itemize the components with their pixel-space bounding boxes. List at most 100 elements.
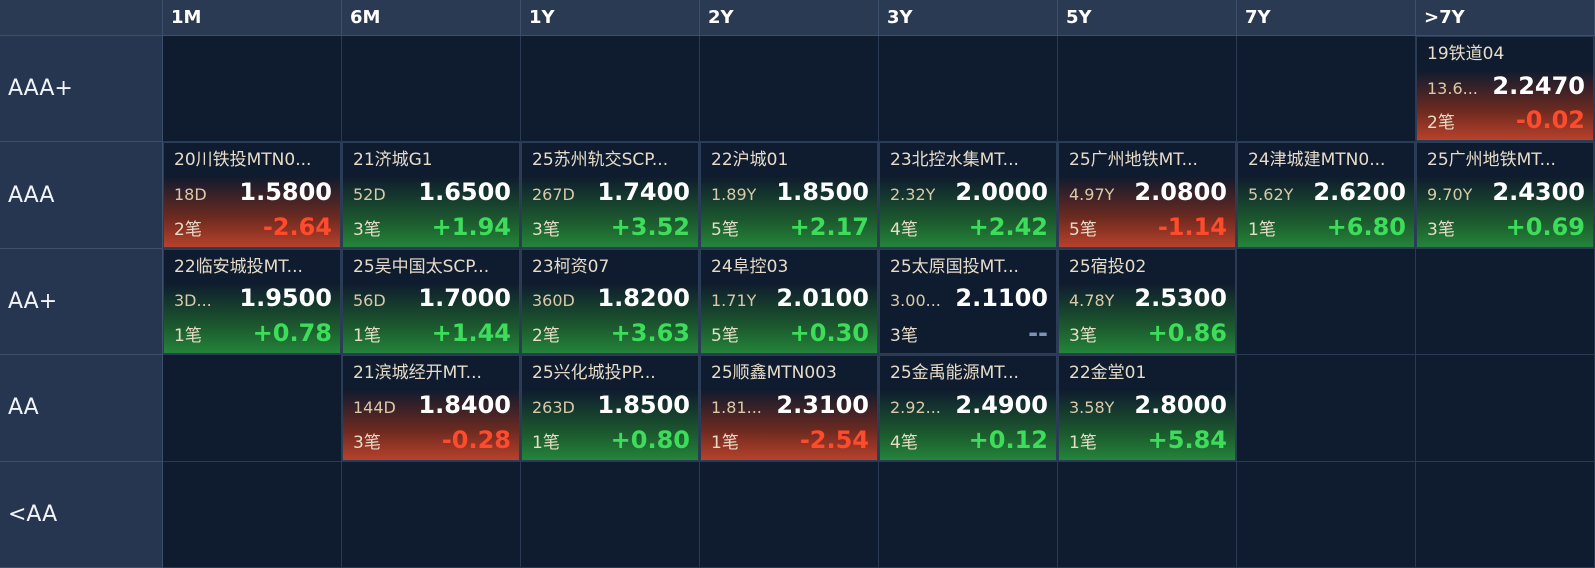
yield-change: -1.14 [1157, 212, 1227, 241]
column-header-4[interactable]: 2Y [700, 0, 879, 36]
bond-card[interactable]: 25金禹能源MT... 2.92... 2.4900 4笔 +0.12 [879, 355, 1057, 461]
bond-yield: 2.1100 [955, 284, 1048, 313]
bond-quote-row: 5.62Y 2.6200 [1248, 178, 1406, 206]
bond-yield: 2.5300 [1134, 284, 1227, 313]
bond-card[interactable]: 19铁道04 13.6... 2.2470 2笔 -0.02 [1416, 36, 1594, 142]
trade-count: 5笔 [711, 219, 739, 240]
bond-card[interactable]: 23北控水集MT... 2.32Y 2.0000 4笔 +2.42 [879, 142, 1057, 248]
bond-stats-row: 1笔 +0.78 [174, 319, 332, 347]
grid-cell: 20川铁投MTN0... 18D 1.5800 2笔 -2.64 [163, 142, 342, 249]
yield-change: +5.84 [1147, 425, 1227, 454]
grid-cell [1058, 36, 1237, 143]
grid-cell [1237, 36, 1416, 143]
bond-term: 9.70Y [1427, 185, 1473, 205]
bond-card[interactable]: 25宿投02 4.78Y 2.5300 3笔 +0.86 [1058, 248, 1236, 355]
bond-card[interactable]: 21济城G1 52D 1.6500 3笔 +1.94 [342, 142, 520, 248]
bond-card[interactable]: 22临安城投MT... 3D... 1.9500 1笔 +0.78 [163, 248, 341, 355]
bond-term: 1.81... [711, 397, 762, 417]
bond-stats-row: 1笔 +6.80 [1248, 213, 1406, 241]
yield-change: +2.42 [968, 212, 1048, 241]
trade-count: 1笔 [1248, 219, 1276, 240]
grid-cell [1416, 248, 1595, 356]
trade-count: 2笔 [1427, 113, 1455, 134]
grid-cell: 19铁道04 13.6... 2.2470 2笔 -0.02 [1416, 36, 1595, 143]
bond-card[interactable]: 23柯资07 360D 1.8200 2笔 +3.63 [521, 248, 699, 355]
column-header-3[interactable]: 1Y [521, 0, 700, 36]
grid-cell: 25金禹能源MT... 2.92... 2.4900 4笔 +0.12 [879, 355, 1058, 462]
grid-cell: 25宿投02 4.78Y 2.5300 3笔 +0.86 [1058, 248, 1237, 356]
bond-term: 52D [353, 185, 386, 205]
bond-term: 2.32Y [890, 185, 936, 205]
bond-quote-row: 3.58Y 2.8000 [1069, 391, 1227, 419]
bond-yield: 1.8500 [776, 178, 869, 207]
bond-stats-row: 4笔 +2.42 [890, 213, 1048, 241]
grid-cell: 23北控水集MT... 2.32Y 2.0000 4笔 +2.42 [879, 142, 1058, 249]
grid-cell [163, 36, 342, 143]
bond-term: 4.78Y [1069, 291, 1115, 311]
bond-stats-row: 3笔 -- [890, 319, 1048, 347]
bond-yield: 1.8400 [418, 390, 511, 419]
bond-name: 25广州地铁MT... [1069, 150, 1198, 171]
bond-quote-row: 3D... 1.9500 [174, 284, 332, 312]
grid-cell [521, 461, 700, 568]
bond-yield: 1.7400 [597, 178, 690, 207]
bond-quote-row: 4.78Y 2.5300 [1069, 284, 1227, 312]
bond-card[interactable]: 21滨城经开MT... 144D 1.8400 3笔 -0.28 [342, 355, 520, 461]
bond-name: 24阜控03 [711, 256, 789, 277]
bond-name: 24津城建MTN0... [1248, 150, 1386, 171]
yield-change: +2.17 [789, 212, 869, 241]
column-header-6[interactable]: 5Y [1058, 0, 1237, 36]
bond-card[interactable]: 24津城建MTN0... 5.62Y 2.6200 1笔 +6.80 [1237, 142, 1415, 248]
bond-quote-row: 56D 1.7000 [353, 284, 511, 312]
trade-count: 5笔 [711, 326, 739, 347]
trade-count: 5笔 [1069, 219, 1097, 240]
column-header-2[interactable]: 6M [342, 0, 521, 36]
bond-quote-row: 263D 1.8500 [532, 391, 690, 419]
bond-card[interactable]: 25兴化城投PP... 263D 1.8500 1笔 +0.80 [521, 355, 699, 461]
grid-cell [163, 461, 342, 568]
bond-stats-row: 1笔 +0.80 [532, 426, 690, 454]
bond-name: 25苏州轨交SCP... [532, 150, 669, 171]
bond-stats-row: 3笔 -0.28 [353, 426, 511, 454]
grid-cell [879, 461, 1058, 568]
bond-term: 3.00... [890, 291, 941, 311]
column-header-8[interactable]: >7Y [1416, 0, 1595, 36]
bond-stats-row: 1笔 +1.44 [353, 319, 511, 347]
column-header-1[interactable]: 1M [163, 0, 342, 36]
bond-term: 18D [174, 185, 207, 205]
bond-card[interactable]: 25吴中国太SCP... 56D 1.7000 1笔 +1.44 [342, 248, 520, 355]
bond-card[interactable]: 22沪城01 1.89Y 1.8500 5笔 +2.17 [700, 142, 878, 248]
bond-card[interactable]: 24阜控03 1.71Y 2.0100 5笔 +0.30 [700, 248, 878, 355]
bond-stats-row: 3笔 +1.94 [353, 213, 511, 241]
bond-card[interactable]: 22金堂01 3.58Y 2.8000 1笔 +5.84 [1058, 355, 1236, 461]
bond-card[interactable]: 25广州地铁MT... 9.70Y 2.4300 3笔 +0.69 [1416, 142, 1594, 248]
bond-name: 25兴化城投PP... [532, 363, 656, 384]
bond-yield: 2.8000 [1134, 390, 1227, 419]
bond-quote-row: 360D 1.8200 [532, 284, 690, 312]
bond-card[interactable]: 25太原国投MT... 3.00... 2.1100 3笔 -- [879, 248, 1057, 355]
grid-cell: 24阜控03 1.71Y 2.0100 5笔 +0.30 [700, 248, 879, 356]
bond-card[interactable]: 20川铁投MTN0... 18D 1.5800 2笔 -2.64 [163, 142, 341, 248]
bond-yield: 1.6500 [418, 178, 511, 207]
grid-cell: 25顺鑫MTN003 1.81... 2.3100 1笔 -2.54 [700, 355, 879, 462]
bond-quote-row: 2.32Y 2.0000 [890, 178, 1048, 206]
trade-count: 3笔 [890, 326, 918, 347]
bond-name: 25顺鑫MTN003 [711, 363, 837, 384]
rating-row-label: AAA [0, 142, 163, 249]
yield-change: +0.69 [1505, 212, 1585, 241]
column-header-7[interactable]: 7Y [1237, 0, 1416, 36]
corner-header [0, 0, 163, 36]
bond-card[interactable]: 25广州地铁MT... 4.97Y 2.0800 5笔 -1.14 [1058, 142, 1236, 248]
grid-cell: 25广州地铁MT... 4.97Y 2.0800 5笔 -1.14 [1058, 142, 1237, 249]
trade-count: 3笔 [1427, 219, 1455, 240]
grid-cell: 21滨城经开MT... 144D 1.8400 3笔 -0.28 [342, 355, 521, 462]
yield-change: -0.28 [441, 425, 511, 454]
bond-card[interactable]: 25苏州轨交SCP... 267D 1.7400 3笔 +3.52 [521, 142, 699, 248]
bond-card[interactable]: 25顺鑫MTN003 1.81... 2.3100 1笔 -2.54 [700, 355, 878, 461]
yield-change: +0.30 [789, 319, 869, 348]
grid-cell: 23柯资07 360D 1.8200 2笔 +3.63 [521, 248, 700, 356]
grid-cell [342, 36, 521, 143]
yield-change: -- [1028, 319, 1048, 348]
column-header-5[interactable]: 3Y [879, 0, 1058, 36]
bond-quote-row: 1.81... 2.3100 [711, 391, 869, 419]
